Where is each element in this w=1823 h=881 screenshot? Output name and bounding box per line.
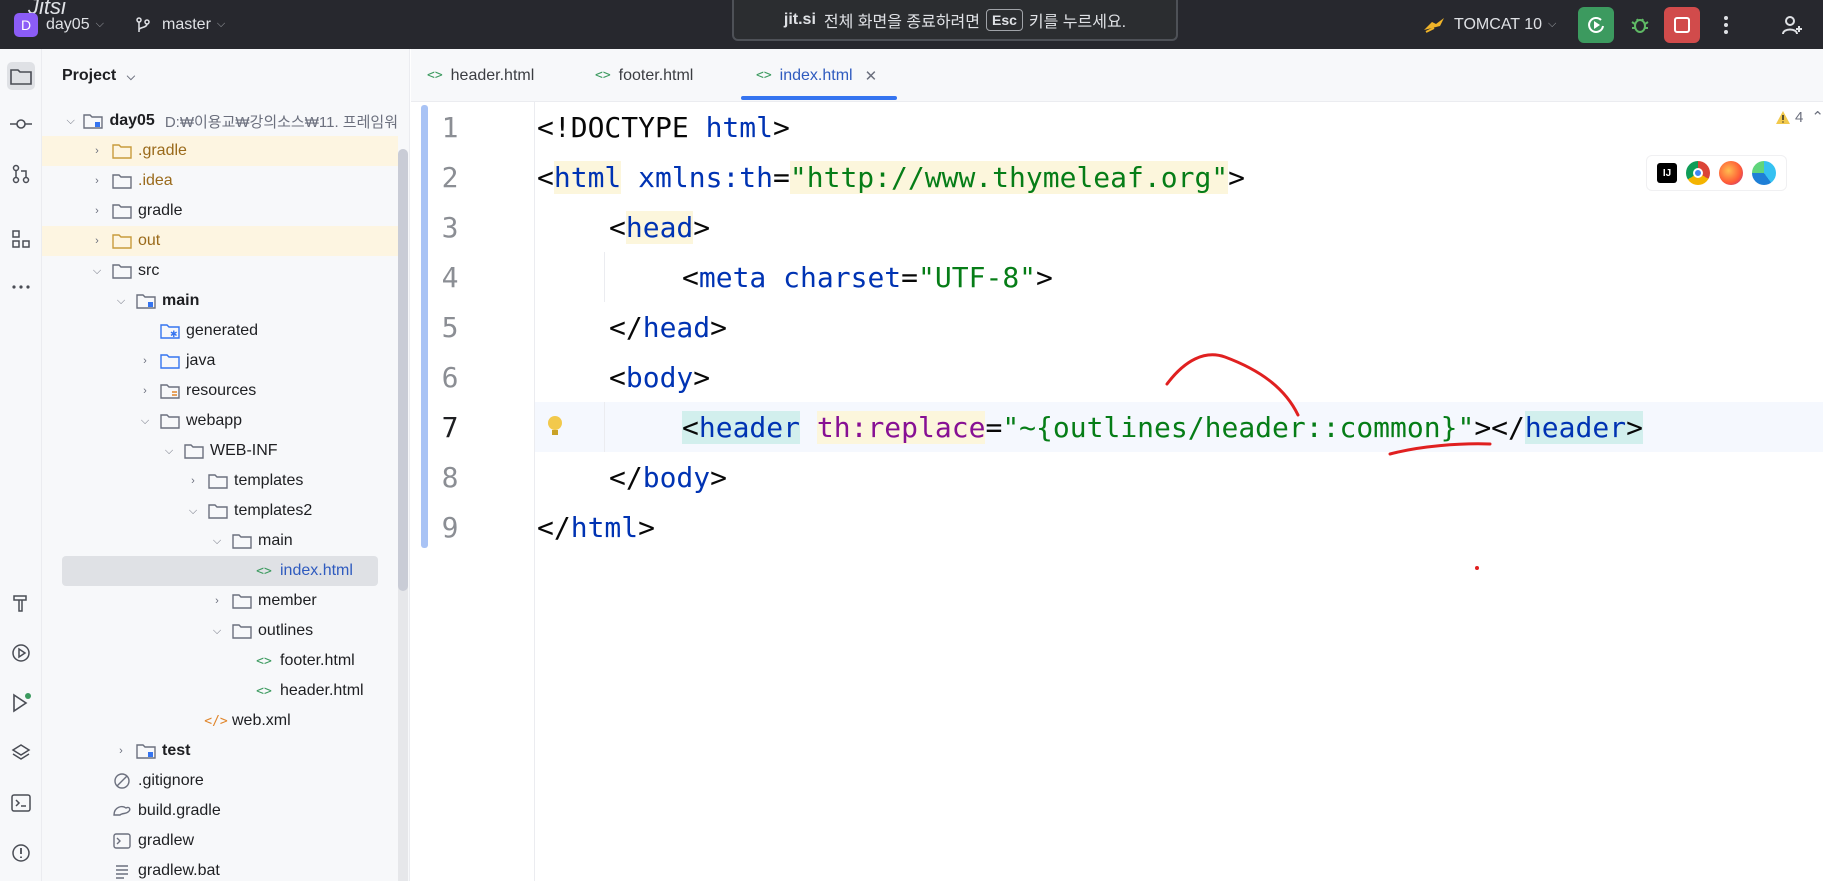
annotation-underline: [1388, 442, 1492, 456]
pen-annotation: [1165, 353, 1492, 570]
annotation-arc: [1165, 353, 1300, 417]
annotation-dot: [1475, 566, 1479, 570]
